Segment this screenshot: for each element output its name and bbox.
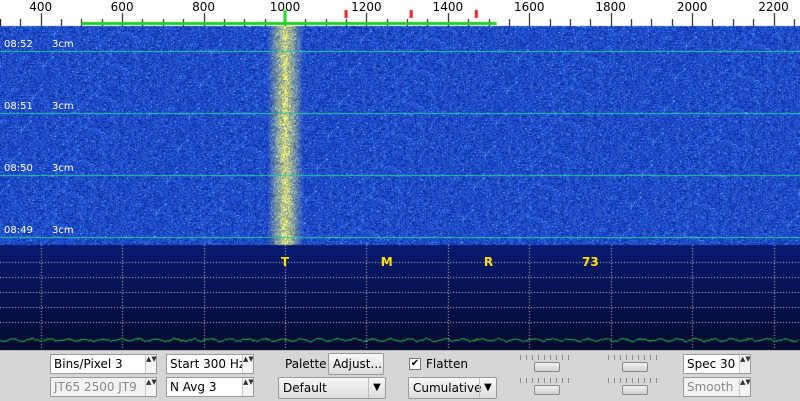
- zero2d-slider[interactable]: [608, 378, 658, 398]
- spin-arrows-icon[interactable]: ▲▼: [145, 355, 156, 373]
- spec-spinbox[interactable]: Spec 30 % ▲▼: [683, 354, 751, 374]
- slider-ticks: [520, 355, 570, 360]
- bins-per-pixel-value: Bins/Pixel 3: [54, 357, 123, 371]
- frequency-tick-label: 2000: [676, 0, 708, 14]
- slider-ticks: [608, 355, 658, 360]
- spin-arrows-icon: ▲▼: [739, 378, 750, 396]
- spin-arrows-icon[interactable]: ▲▼: [739, 355, 750, 373]
- start-frequency-value: Start 300 Hz: [170, 357, 246, 371]
- timestamp-time: 08:49: [4, 225, 33, 236]
- frequency-tick-label: 1800: [595, 0, 626, 14]
- timestamp-band: 3cm: [52, 101, 74, 112]
- mode-spinbox: JT65 2500 JT9 ▲▼: [50, 377, 157, 397]
- zero-slider[interactable]: [520, 378, 570, 398]
- frequency-tick-label: 600: [110, 0, 134, 14]
- adjust-button[interactable]: Adjust...: [328, 353, 384, 375]
- spectrum-marker-label: M: [380, 255, 393, 269]
- waterfall-display[interactable]: [0, 0, 800, 350]
- n-avg-value: N Avg 3: [170, 380, 217, 394]
- slider-ticks: [608, 378, 658, 383]
- spectrum-marker-label: R: [483, 255, 494, 269]
- timestamp-time: 08:52: [4, 39, 33, 50]
- n-avg-spinbox[interactable]: N Avg 3 ▲▼: [166, 377, 254, 397]
- frequency-tick-label: 400: [29, 0, 53, 14]
- slider-handle[interactable]: [622, 385, 648, 395]
- palette-value: Default: [283, 381, 327, 395]
- slider-handle[interactable]: [534, 385, 560, 395]
- timestamp-time: 08:51: [4, 101, 33, 112]
- spectrum-marker-label: T: [280, 255, 290, 269]
- chevron-down-icon: ▼: [479, 378, 496, 398]
- spin-arrows-icon[interactable]: ▲▼: [242, 378, 253, 396]
- spin-arrows-icon[interactable]: ▲▼: [242, 355, 253, 373]
- palette-label: Palette: [285, 357, 327, 371]
- timestamp-band: 3cm: [52, 39, 74, 50]
- frequency-tick-label: 2200: [758, 0, 789, 14]
- frequency-tick-label: 1600: [513, 0, 545, 14]
- cumulative-combobox[interactable]: Cumulative ▼: [408, 377, 497, 399]
- flatten-checkbox[interactable]: ✔: [409, 358, 421, 370]
- slider-handle[interactable]: [622, 362, 648, 372]
- frequency-tick-label: 800: [192, 0, 215, 14]
- palette-combobox[interactable]: Default ▼: [278, 377, 386, 399]
- gain2d-slider[interactable]: [608, 355, 658, 375]
- frequency-tick-label: 1200: [351, 0, 382, 14]
- spec-value: Spec 30 %: [687, 357, 736, 371]
- flatten-label: Flatten: [426, 357, 468, 371]
- start-frequency-spinbox[interactable]: Start 300 Hz ▲▼: [166, 354, 254, 374]
- control-panel: Bins/Pixel 3 ▲▼ JT65 2500 JT9 ▲▼ Start 3…: [0, 350, 800, 401]
- timestamp-time: 08:50: [4, 163, 33, 174]
- smooth-spinbox: Smooth 1 ▲▼: [683, 377, 751, 397]
- gain-slider[interactable]: [520, 355, 570, 375]
- slider-handle[interactable]: [534, 362, 560, 372]
- mode-spinbox-value: JT65 2500 JT9: [54, 380, 137, 394]
- spectrum-marker-label: 73: [581, 255, 599, 269]
- smooth-value: Smooth 1: [687, 380, 745, 394]
- chevron-down-icon: ▼: [368, 378, 385, 398]
- frequency-tick-label: 1000: [269, 0, 301, 14]
- timestamp-band: 3cm: [52, 225, 74, 236]
- slider-ticks: [520, 378, 570, 383]
- cumulative-value: Cumulative: [413, 381, 482, 395]
- bins-per-pixel-spinbox[interactable]: Bins/Pixel 3 ▲▼: [50, 354, 157, 374]
- spin-arrows-icon: ▲▼: [145, 378, 156, 396]
- frequency-tick-label: 1400: [432, 0, 464, 14]
- timestamp-band: 3cm: [52, 163, 74, 174]
